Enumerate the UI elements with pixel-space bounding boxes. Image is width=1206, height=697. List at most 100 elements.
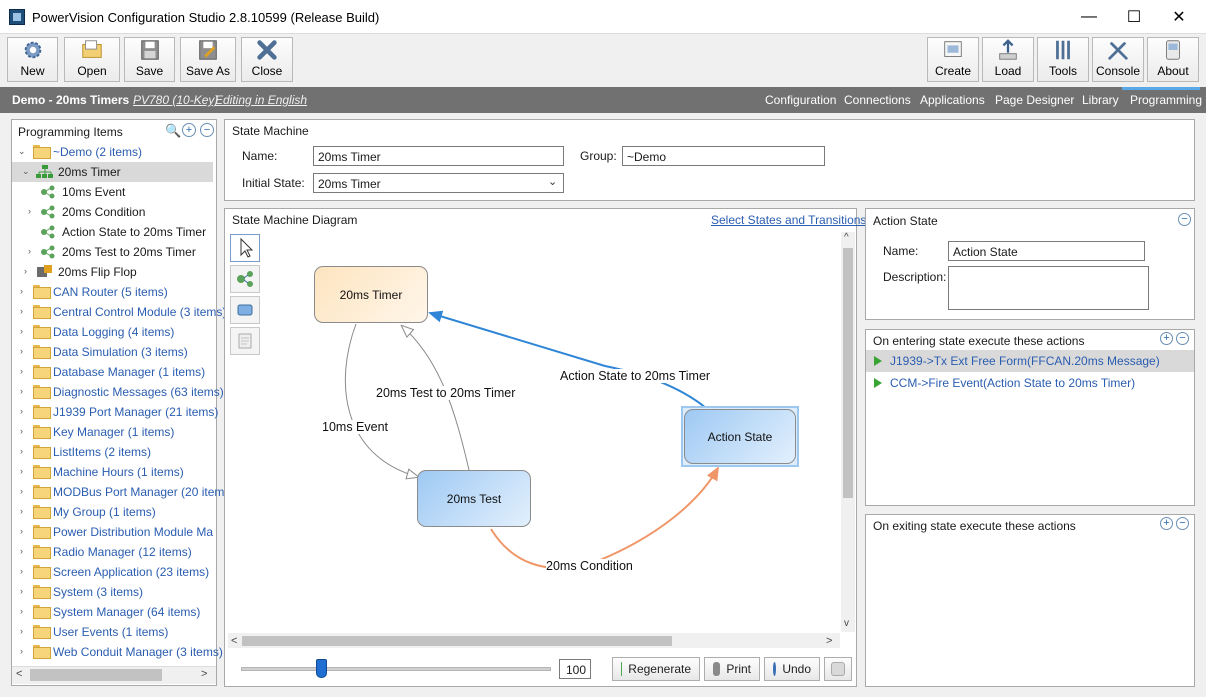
tree-group[interactable]: › Screen Application (23 items) [18, 562, 213, 582]
tree-group[interactable]: › Database Manager (1 items) [18, 362, 213, 382]
remove-action-icon[interactable]: − [1176, 517, 1189, 530]
chevron-right-icon[interactable]: › [20, 306, 30, 316]
tab-library[interactable]: Library [1082, 93, 1119, 107]
tree-group[interactable]: › System Manager (64 items) [18, 602, 213, 622]
chevron-right-icon[interactable]: › [20, 446, 30, 456]
tree-item-20ms-test-transition[interactable]: › 20ms Test to 20ms Timer [28, 242, 212, 262]
group-field[interactable]: ~Demo [622, 146, 825, 166]
scroll-down-icon[interactable]: v [844, 618, 849, 629]
edge-label-action-to-timer[interactable]: Action State to 20ms Timer [560, 369, 711, 383]
chevron-down-icon[interactable]: ⌄ [22, 166, 32, 176]
tree-group[interactable]: › System (3 items) [18, 582, 213, 602]
chevron-right-icon[interactable]: › [20, 506, 30, 516]
add-action-icon[interactable]: + [1160, 517, 1173, 530]
minimize-button[interactable]: — [1066, 0, 1112, 34]
zoom-slider-track[interactable] [241, 667, 551, 671]
chevron-right-icon[interactable]: › [20, 466, 30, 476]
tree-group[interactable]: › Data Simulation (3 items) [18, 342, 213, 362]
save-as-button[interactable]: Save As [180, 37, 236, 82]
save-button[interactable]: Save [124, 37, 175, 82]
edge-label-test-to-timer[interactable]: 20ms Test to 20ms Timer [376, 386, 516, 400]
chevron-right-icon[interactable]: › [28, 246, 38, 256]
tree-group[interactable]: › My Group (1 items) [18, 502, 213, 522]
tree-item-20ms-condition[interactable]: › 20ms Condition [28, 202, 210, 222]
print-button[interactable]: Print [704, 657, 760, 681]
tree-group[interactable]: › Web Conduit Manager (3 items) [18, 642, 223, 662]
chevron-right-icon[interactable]: › [24, 266, 34, 276]
search-icon[interactable]: 🔍 [165, 123, 181, 139]
undo-button[interactable]: Undo [764, 657, 820, 681]
tree-group[interactable]: › Power Distribution Module Manag [18, 522, 213, 542]
close-window-button[interactable]: ✕ [1156, 0, 1202, 34]
chevron-right-icon[interactable]: › [20, 366, 30, 376]
edge-label-20ms-condition[interactable]: 20ms Condition [546, 559, 633, 573]
chevron-right-icon[interactable]: › [20, 386, 30, 396]
remove-action-icon[interactable]: − [1176, 332, 1189, 345]
tree-group[interactable]: › Data Logging (4 items) [18, 322, 213, 342]
clear-button[interactable] [824, 657, 852, 681]
state-20ms-test[interactable]: 20ms Test [417, 470, 531, 527]
console-button[interactable]: Console [1092, 37, 1144, 82]
chevron-right-icon[interactable]: › [20, 586, 30, 596]
chevron-right-icon[interactable]: › [20, 546, 30, 556]
tree-group[interactable]: › ListItems (2 items) [18, 442, 213, 462]
action-name-field[interactable]: Action State [948, 241, 1145, 261]
tree-group[interactable]: › J1939 Port Manager (21 items) [18, 402, 218, 422]
tree-group[interactable]: › Machine Hours (1 items) [18, 462, 213, 482]
tree-item-20ms-flip-flop[interactable]: › 20ms Flip Flop [22, 262, 212, 282]
device-link[interactable]: PV780 (10-Key) [133, 93, 218, 107]
add-action-icon[interactable]: + [1160, 332, 1173, 345]
edge-label-10ms-event[interactable]: 10ms Event [322, 420, 389, 434]
tree-group[interactable]: › Central Control Module (3 items) [18, 302, 226, 322]
tab-programming[interactable]: Programming [1130, 93, 1202, 107]
tab-configuration[interactable]: Configuration [765, 93, 836, 107]
create-button[interactable]: Create [927, 37, 979, 82]
description-field[interactable] [948, 266, 1149, 310]
tree-scroll-thumb[interactable] [30, 669, 162, 681]
regenerate-button[interactable]: Regenerate [612, 657, 700, 681]
chevron-right-icon[interactable]: › [20, 426, 30, 436]
chevron-right-icon[interactable]: › [20, 326, 30, 336]
chevron-right-icon[interactable]: › [20, 526, 30, 536]
tree-group[interactable]: › MODBus Port Manager (20 items) [18, 482, 234, 502]
state-20ms-timer[interactable]: 20ms Timer [314, 266, 428, 323]
open-button[interactable]: Open [64, 37, 120, 82]
chevron-right-icon[interactable]: › [20, 286, 30, 296]
tree-group[interactable]: › Diagnostic Messages (63 items) [18, 382, 224, 402]
diagram-hscroll-thumb[interactable] [242, 636, 672, 646]
scroll-right-icon[interactable]: > [201, 668, 207, 680]
chevron-right-icon[interactable]: › [28, 206, 38, 216]
chevron-right-icon[interactable]: › [20, 566, 30, 576]
tree-item-20ms-timer[interactable]: ⌄ 20ms Timer [22, 162, 212, 182]
tree-item-10ms-event[interactable]: 10ms Event [40, 182, 210, 202]
name-field[interactable]: 20ms Timer [313, 146, 564, 166]
add-icon[interactable]: + [182, 123, 196, 137]
tree-group[interactable]: › CAN Router (5 items) [18, 282, 213, 302]
tree-group[interactable]: › Key Manager (1 items) [18, 422, 213, 442]
chevron-right-icon[interactable]: › [20, 406, 30, 416]
select-states-link[interactable]: Select States and Transitions [711, 213, 866, 227]
scroll-left-icon[interactable]: < [231, 635, 237, 647]
scroll-up-icon[interactable]: ^ [844, 232, 849, 243]
tree-group[interactable]: › Radio Manager (12 items) [18, 542, 213, 562]
tab-connections[interactable]: Connections [844, 93, 911, 107]
new-button[interactable]: New [7, 37, 58, 82]
chevron-right-icon[interactable]: › [20, 646, 30, 656]
maximize-button[interactable]: ☐ [1111, 0, 1157, 34]
remove-icon[interactable]: − [200, 123, 214, 137]
action-item[interactable]: CCM->Fire Event(Action State to 20ms Tim… [866, 372, 1194, 394]
edge-10ms-event[interactable] [344, 323, 418, 477]
tools-button[interactable]: Tools [1037, 37, 1089, 82]
tree-group[interactable]: › User Events (1 items) [18, 622, 213, 642]
collapse-icon[interactable]: − [1178, 213, 1191, 226]
action-item[interactable]: J1939->Tx Ext Free Form(FFCAN.20ms Messa… [866, 350, 1194, 372]
language-link[interactable]: Editing in English [215, 93, 307, 107]
chevron-right-icon[interactable]: › [20, 346, 30, 356]
scroll-right-icon[interactable]: > [826, 635, 832, 647]
load-button[interactable]: Load [982, 37, 1034, 82]
scroll-left-icon[interactable]: < [16, 668, 22, 680]
zoom-slider-thumb[interactable] [316, 659, 327, 678]
chevron-right-icon[interactable]: › [20, 486, 30, 496]
close-button[interactable]: Close [241, 37, 293, 82]
tree-group-demo[interactable]: ⌄ ~Demo (2 items) [18, 142, 213, 162]
